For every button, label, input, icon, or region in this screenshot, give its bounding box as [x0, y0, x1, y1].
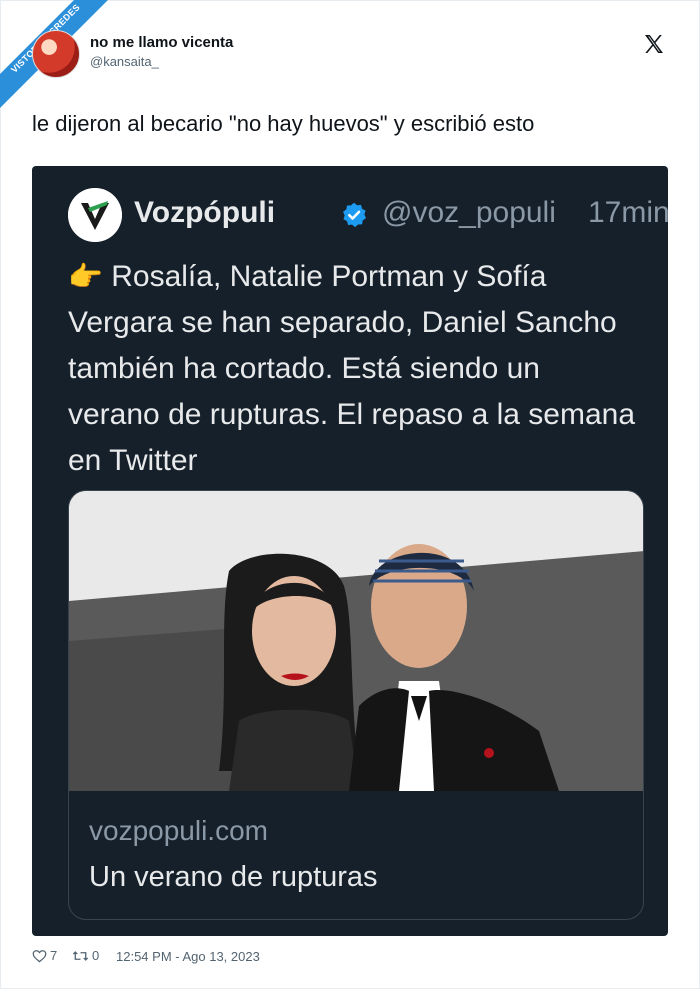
retweet-stat[interactable]: 0 — [72, 948, 99, 963]
like-count: 7 — [50, 948, 58, 963]
quoted-timestamp: 17min — [588, 196, 668, 229]
tweet-footer: 7 0 12:54 PM - Ago 13, 2023 — [32, 946, 672, 966]
retweet-count: 0 — [92, 948, 100, 963]
tweet-header: no me llamo vicenta @kansaita_ — [32, 30, 672, 82]
quoted-account-name[interactable]: Vozpópuli — [134, 196, 275, 230]
heart-icon[interactable] — [32, 949, 47, 963]
card-photo — [69, 491, 643, 791]
author-handle[interactable]: @kansaita_ — [90, 54, 159, 69]
like-stat[interactable]: 7 — [32, 948, 57, 963]
quoted-header: Vozpópuli @voz_populi 17min — [68, 186, 668, 242]
verified-badge-icon — [343, 202, 367, 228]
tweet-timestamp[interactable]: 12:54 PM - Ago 13, 2023 — [116, 949, 260, 964]
couple-photo-illustration — [69, 491, 643, 791]
link-card[interactable]: vozpopuli.com Un verano de rupturas — [68, 490, 644, 920]
card-title[interactable]: Un verano de rupturas — [89, 861, 378, 894]
avatar[interactable] — [32, 30, 80, 78]
pointing-hand-icon: 👉 — [68, 261, 103, 292]
quoted-text: Rosalía, Natalie Portman y Sofía Vergara… — [68, 260, 635, 477]
quoted-text-block: 👉 Rosalía, Natalie Portman y Sofía Verga… — [68, 254, 638, 484]
retweet-icon[interactable] — [72, 949, 89, 963]
x-logo-icon[interactable] — [642, 32, 666, 56]
author-name[interactable]: no me llamo vicenta — [90, 34, 233, 51]
vozpopuli-logo-icon — [68, 188, 122, 242]
quoted-account-handle[interactable]: @voz_populi — [382, 196, 556, 230]
quoted-tweet-screenshot[interactable]: Vozpópuli @voz_populi 17min 👉 Rosalía, N… — [32, 166, 668, 936]
tweet-text: le dijeron al becario "no hay huevos" y … — [32, 111, 535, 136]
card-domain: vozpopuli.com — [89, 815, 268, 846]
